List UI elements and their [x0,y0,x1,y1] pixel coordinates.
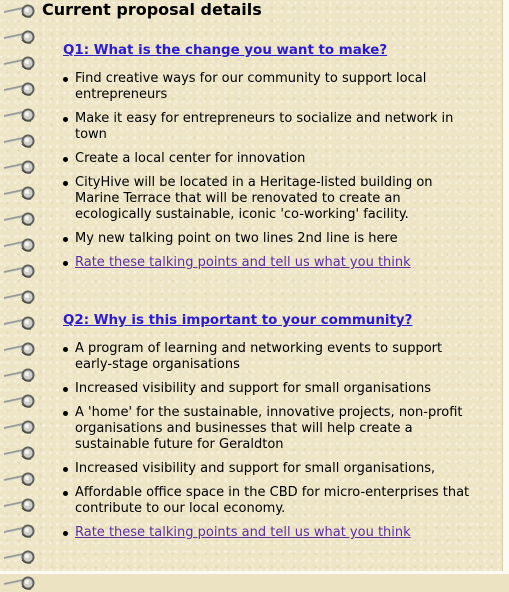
spiral-ring-icon [4,418,38,436]
rate-talking-points-link-q1[interactable]: Rate these talking points and tell us wh… [75,255,411,270]
spiral-ring-icon [4,80,38,98]
list-item: A 'home' for the sustainable, innovative… [42,405,475,453]
list-item-rate: Rate these talking points and tell us wh… [42,255,475,271]
list-item: Affordable office space in the CBD for m… [42,485,475,517]
list-item: Find creative ways for our community to … [42,71,475,103]
spiral-ring-icon [4,314,38,332]
rate-talking-points-link-q2[interactable]: Rate these talking points and tell us wh… [75,525,411,540]
list-item: Create a local center for innovation [42,151,475,167]
spiral-ring-icon [4,340,38,358]
list-item: A program of learning and networking eve… [42,341,475,373]
list-item: CityHive will be located in a Heritage-l… [42,175,475,223]
spiral-ring-icon [4,210,38,228]
spiral-ring-icon [4,54,38,72]
question-heading: Q1: What is the change you want to make? [42,42,482,60]
list-item: Make it easy for entrepreneurs to social… [42,111,475,143]
talking-points-list-q1: Find creative ways for our community to … [42,71,482,271]
spiral-ring-icon [4,262,38,280]
spiral-ring-icon [4,236,38,254]
spiral-ring-icon [4,574,38,592]
talking-points-list-q2: A program of learning and networking eve… [42,341,482,541]
section-q1: Q1: What is the change you want to make?… [42,42,482,271]
spiral-ring-icon [4,2,38,20]
spiral-ring-icon [4,392,38,410]
spiral-ring-icon [4,548,38,566]
spiral-ring-icon [4,496,38,514]
page-title: Current proposal details [42,0,262,19]
proposal-details: Current proposal details Q1: What is the… [42,0,482,549]
question-link-q1[interactable]: Q1: What is the change you want to make? [63,43,387,58]
list-item: Increased visibility and support for sma… [42,381,475,397]
spiral-ring-icon [4,28,38,46]
question-heading: Q2: Why is this important to your commun… [42,312,482,330]
list-item-rate: Rate these talking points and tell us wh… [42,525,475,541]
section-q2: Q2: Why is this important to your commun… [42,312,482,541]
spiral-ring-icon [4,522,38,540]
spiral-ring-icon [4,288,38,306]
spiral-ring-icon [4,444,38,462]
spiral-ring-icon [4,470,38,488]
page-right-edge [502,0,509,574]
list-item: Increased visibility and support for sma… [42,461,475,477]
spiral-binding [0,0,40,590]
spiral-ring-icon [4,158,38,176]
spiral-ring-icon [4,106,38,124]
question-link-q2[interactable]: Q2: Why is this important to your commun… [63,313,412,328]
list-item: My new talking point on two lines 2nd li… [42,231,475,247]
spiral-ring-icon [4,366,38,384]
spiral-ring-icon [4,184,38,202]
spiral-ring-icon [4,132,38,150]
